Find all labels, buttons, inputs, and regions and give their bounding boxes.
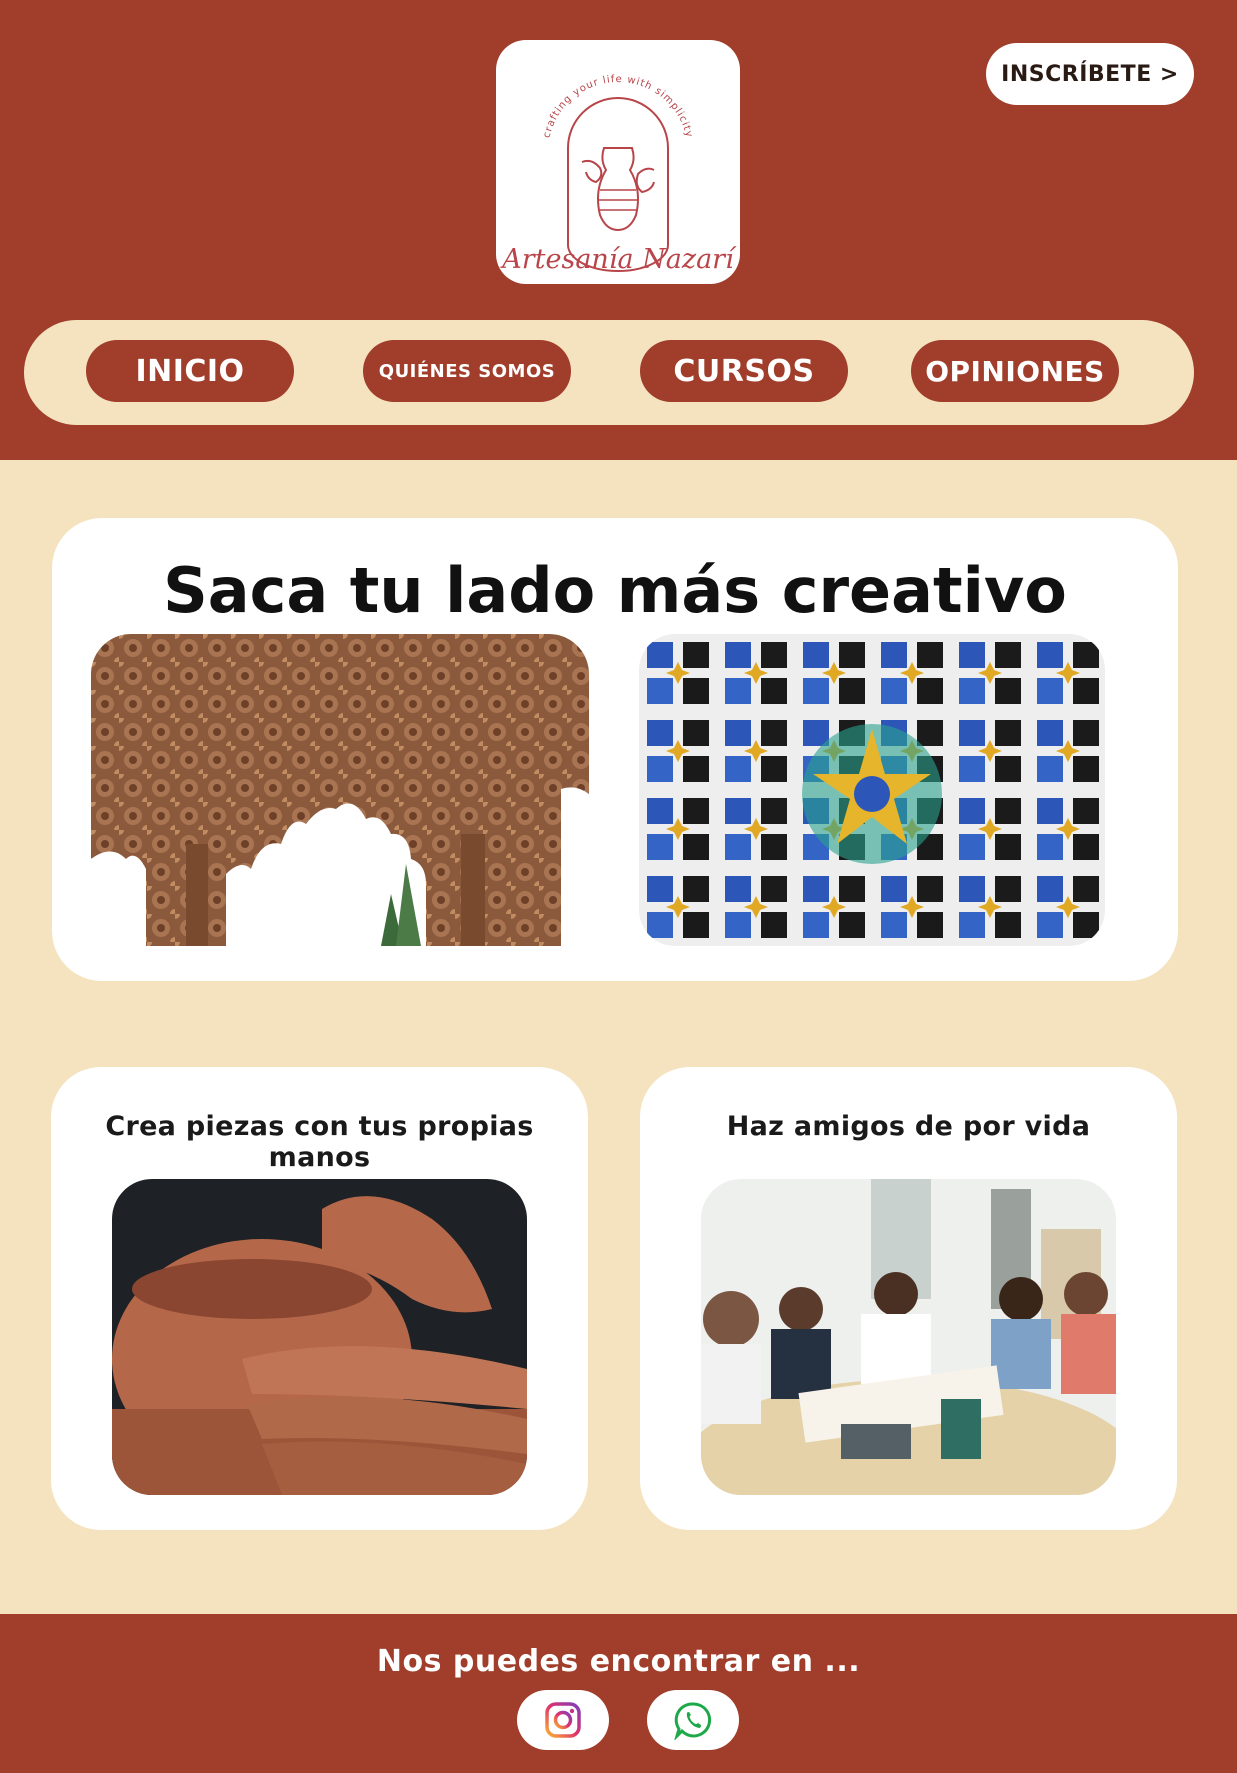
feature-title: Haz amigos de por vida — [726, 1111, 1091, 1142]
nav-item-cursos[interactable]: CURSOS — [640, 340, 848, 402]
whatsapp-icon — [674, 1702, 712, 1740]
pottery-hands-logo-icon: crafting your life with simplicity Artes… — [499, 74, 737, 275]
feature-card-friends: Haz amigos de por vida — [640, 1067, 1177, 1530]
nav-item-inicio[interactable]: INICIO — [86, 340, 294, 402]
zellige-tile-pattern-photo — [639, 634, 1105, 946]
feature-title: Crea piezas con tus propias manos — [105, 1111, 534, 1173]
pottery-wheel-hands-photo — [112, 1179, 527, 1495]
instagram-button[interactable] — [517, 1690, 609, 1750]
hero-title: Saca tu lado más creativo — [163, 554, 1067, 627]
nav-item-opiniones[interactable]: OPINIONES — [911, 340, 1119, 402]
alhambra-arches-photo — [91, 634, 589, 946]
svg-text:crafting your life with simpli: crafting your life with simplicity — [541, 74, 694, 139]
instagram-icon — [545, 1702, 581, 1738]
feature-card-handmade: Crea piezas con tus propias manos — [51, 1067, 588, 1530]
brand-logo[interactable]: crafting your life with simplicity Artes… — [496, 40, 740, 284]
brand-name: Artesanía Nazarí — [499, 244, 737, 275]
group-crafting-workshop-photo — [701, 1179, 1116, 1495]
site-footer: Nos puedes encontrar en ... — [0, 1614, 1237, 1773]
hero-card: Saca tu lado más creativo — [52, 518, 1178, 981]
whatsapp-button[interactable] — [647, 1690, 739, 1750]
main-nav: INICIO QUIÉNES SOMOS CURSOS OPINIONES — [24, 320, 1194, 425]
nav-item-quienes-somos[interactable]: QUIÉNES SOMOS — [363, 340, 571, 402]
footer-text: Nos puedes encontrar en ... — [376, 1644, 861, 1679]
site-header: crafting your life with simplicity Artes… — [0, 0, 1237, 460]
signup-button[interactable]: INSCRÍBETE > — [986, 43, 1194, 105]
